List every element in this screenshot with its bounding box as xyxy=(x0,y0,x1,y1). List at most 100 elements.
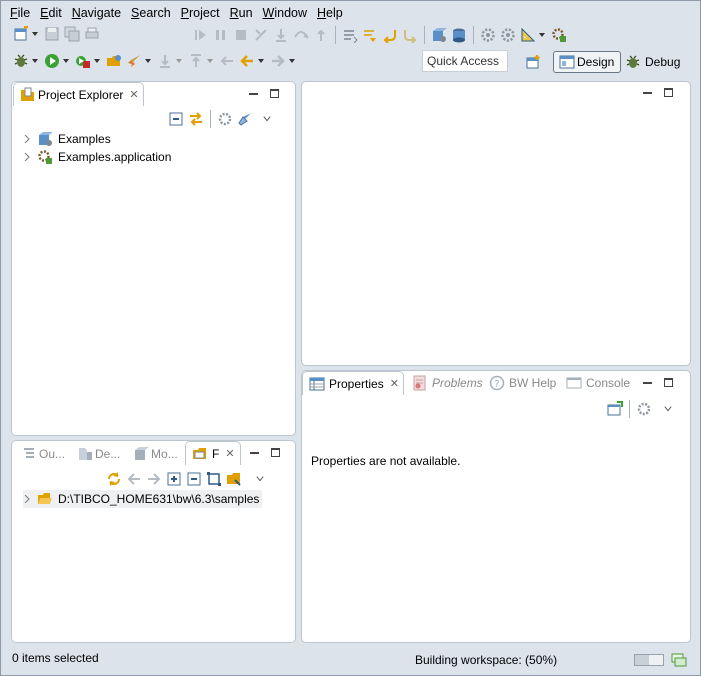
view-menu-icon[interactable] xyxy=(263,111,271,127)
chevron-down-icon[interactable] xyxy=(93,53,101,69)
filter-gear-icon[interactable] xyxy=(636,401,652,417)
menu-search[interactable]: Search xyxy=(126,6,176,20)
use-step-filters-icon[interactable] xyxy=(342,27,358,43)
chevron-down-icon[interactable] xyxy=(257,53,265,69)
minimize-icon[interactable] xyxy=(643,382,652,384)
chevron-down-icon[interactable] xyxy=(288,53,296,69)
maximize-icon[interactable] xyxy=(271,448,280,457)
maximize-icon[interactable] xyxy=(664,378,673,387)
perspective-design-button[interactable]: Design xyxy=(553,51,622,73)
chevron-down-icon[interactable] xyxy=(144,53,152,69)
tree-item-examples[interactable]: Examples xyxy=(23,130,111,148)
deploy-gear-icon[interactable] xyxy=(551,27,567,43)
maximize-icon[interactable] xyxy=(270,89,279,98)
perspective-debug-button[interactable]: Debug xyxy=(623,51,680,73)
run-to-line-icon[interactable] xyxy=(362,27,378,43)
step-over-icon[interactable] xyxy=(293,27,309,43)
pin-icon[interactable] xyxy=(237,111,253,127)
gear-icon[interactable] xyxy=(500,27,516,43)
tab-debug[interactable]: De... xyxy=(71,442,124,466)
menu-navigate[interactable]: Navigate xyxy=(67,6,126,20)
progress-view-icon[interactable] xyxy=(671,652,687,668)
minimize-icon[interactable] xyxy=(643,92,652,94)
tab-modules[interactable]: Mo... xyxy=(127,442,182,466)
minimize-icon[interactable] xyxy=(249,93,258,95)
tab-outline[interactable]: Ou... xyxy=(15,442,69,466)
expand-arrow-icon[interactable] xyxy=(23,153,31,161)
resume-icon[interactable] xyxy=(193,27,209,43)
menu-help[interactable]: Help xyxy=(312,6,348,20)
close-icon[interactable]: ✕ xyxy=(225,447,234,460)
disconnect-icon[interactable] xyxy=(253,27,269,43)
open-perspective-icon[interactable] xyxy=(525,54,541,70)
expand-arrow-icon[interactable] xyxy=(23,495,31,503)
tree-item-samples-folder[interactable]: D:\TIBCO_HOME631\bw\6.3\samples xyxy=(23,490,263,508)
forward-arrow-icon[interactable] xyxy=(270,53,286,69)
close-icon[interactable]: ✕ xyxy=(129,88,138,101)
collapse-all-icon[interactable] xyxy=(186,471,202,487)
eclipse-window: File Edit Navigate Search Project Run Wi… xyxy=(0,0,701,676)
menu-project[interactable]: Project xyxy=(176,6,225,20)
chevron-down-icon[interactable] xyxy=(206,53,214,69)
menu-edit[interactable]: Edit xyxy=(35,6,67,20)
previous-annotation-icon[interactable] xyxy=(188,53,204,69)
link-with-editor-icon[interactable] xyxy=(188,111,204,127)
print-icon[interactable] xyxy=(84,26,100,42)
external-tools-icon[interactable] xyxy=(75,53,91,69)
suspend-icon[interactable] xyxy=(213,27,229,43)
tab-properties[interactable]: Properties ✕ xyxy=(302,371,404,395)
drop-to-frame-icon[interactable] xyxy=(382,27,398,43)
expand-all-icon[interactable] xyxy=(166,471,182,487)
chevron-down-icon[interactable] xyxy=(538,27,546,43)
step-return-icon[interactable] xyxy=(313,27,329,43)
save-icon[interactable] xyxy=(44,26,60,42)
run-icon[interactable] xyxy=(44,53,60,69)
new-icon[interactable] xyxy=(13,26,29,42)
menu-window[interactable]: Window xyxy=(258,6,312,20)
last-edit-location-icon[interactable] xyxy=(219,53,235,69)
back-icon[interactable] xyxy=(126,471,142,487)
modules-icon xyxy=(133,446,149,462)
progress-bar[interactable] xyxy=(634,654,664,666)
menu-file[interactable]: File xyxy=(5,6,35,20)
forward-icon[interactable] xyxy=(146,471,162,487)
tree-item-examples-application[interactable]: Examples.application xyxy=(23,148,171,166)
select-frame-icon[interactable] xyxy=(206,471,222,487)
chevron-down-icon[interactable] xyxy=(62,53,70,69)
save-all-icon[interactable] xyxy=(64,26,80,42)
tab-console[interactable]: Console xyxy=(560,371,634,395)
tab-file-explorer[interactable]: F ✕ xyxy=(185,441,241,465)
back-arrow-icon[interactable] xyxy=(239,53,255,69)
expand-arrow-icon[interactable] xyxy=(23,135,31,143)
debug-bug-icon[interactable] xyxy=(13,53,29,69)
terminate-icon[interactable] xyxy=(233,27,249,43)
maximize-icon[interactable] xyxy=(664,88,673,97)
step-into-icon[interactable] xyxy=(273,27,289,43)
next-annotation-icon[interactable] xyxy=(157,53,173,69)
collapse-all-icon[interactable] xyxy=(168,111,184,127)
close-icon[interactable]: ✕ xyxy=(390,377,399,390)
open-folder-icon xyxy=(37,491,53,507)
open-folder-icon[interactable] xyxy=(106,53,122,69)
filter-gear-icon[interactable] xyxy=(217,111,233,127)
view-menu-icon[interactable] xyxy=(664,401,672,417)
redo-arrow-icon[interactable] xyxy=(402,27,418,43)
pin-view-icon[interactable] xyxy=(607,401,623,417)
new-module-icon[interactable] xyxy=(451,27,467,43)
new-application-icon[interactable] xyxy=(431,27,447,43)
chevron-down-icon[interactable] xyxy=(31,53,39,69)
settings-gear-icon[interactable] xyxy=(480,27,496,43)
quick-access-field[interactable]: Quick Access xyxy=(422,50,508,72)
tab-problems[interactable]: Problems xyxy=(406,371,487,395)
chevron-down-icon[interactable] xyxy=(175,53,183,69)
ruler-icon[interactable] xyxy=(520,27,536,43)
rocket-icon[interactable] xyxy=(126,53,142,69)
refresh-icon[interactable] xyxy=(106,471,122,487)
open-folder-icon[interactable] xyxy=(226,471,242,487)
menu-run[interactable]: Run xyxy=(225,6,258,20)
minimize-icon[interactable] xyxy=(250,452,259,454)
view-menu-icon[interactable] xyxy=(256,471,264,487)
tab-project-explorer[interactable]: Project Explorer ✕ xyxy=(13,82,144,106)
tab-bw-help[interactable]: ? BW Help xyxy=(483,371,560,395)
chevron-down-icon[interactable] xyxy=(31,26,39,42)
